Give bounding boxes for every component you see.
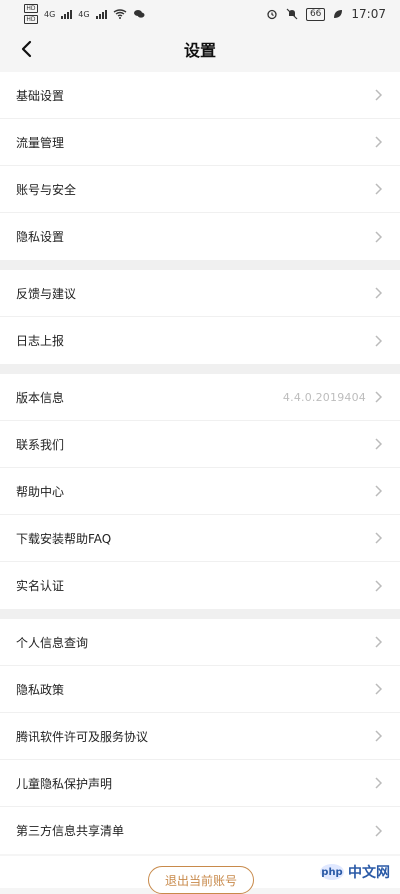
- settings-row-label: 联系我们: [16, 437, 65, 452]
- settings-list: 基础设置 流量管理 账号与安全 隐私设置 反馈与建议 日志上报 版本信息 4.4…: [0, 72, 400, 854]
- back-arrow-icon: [21, 40, 32, 58]
- chevron-right-icon: [375, 777, 383, 789]
- chevron-right-icon: [375, 730, 383, 742]
- settings-row-privacy-policy[interactable]: 隐私政策: [0, 666, 400, 713]
- logout-button[interactable]: 退出当前账号: [148, 866, 254, 894]
- network1-label: 4G: [44, 9, 56, 19]
- settings-row-traffic[interactable]: 流量管理: [0, 119, 400, 166]
- settings-row-label: 儿童隐私保护声明: [16, 776, 113, 791]
- signal-icon: [95, 9, 107, 19]
- chevron-right-icon: [375, 183, 383, 195]
- chevron-right-icon: [375, 391, 383, 403]
- settings-row-children-privacy[interactable]: 儿童隐私保护声明: [0, 760, 400, 807]
- sim2-badge: HD: [24, 15, 38, 24]
- watermark-text: 中文网: [348, 865, 390, 881]
- settings-row-log-report[interactable]: 日志上报: [0, 317, 400, 364]
- chevron-right-icon: [375, 579, 383, 592]
- chevron-right-icon: [375, 683, 383, 695]
- sim1-badge: HD: [24, 4, 38, 13]
- chevron-right-icon: [375, 824, 383, 837]
- settings-row-label: 版本信息: [16, 390, 65, 405]
- alarm-icon: [267, 9, 277, 20]
- settings-row-label: 腾讯软件许可及服务协议: [16, 729, 149, 744]
- settings-row-feedback[interactable]: 反馈与建议: [0, 270, 400, 317]
- settings-row-label: 隐私设置: [16, 230, 65, 244]
- chevron-right-icon: [375, 230, 383, 243]
- watermark: php 中文网: [320, 862, 390, 882]
- page-title: 设置: [183, 41, 216, 60]
- settings-row-label: 流量管理: [16, 135, 65, 150]
- settings-row-label: 帮助中心: [16, 484, 65, 499]
- settings-group-info: 版本信息 4.4.0.2019404 联系我们 帮助中心 下载安装帮助FAQ 实…: [0, 374, 400, 609]
- navigation-bar: 设置: [0, 28, 400, 70]
- group-divider: [0, 260, 400, 270]
- sim-indicators: HD HD: [24, 4, 38, 24]
- settings-row-label: 反馈与建议: [16, 286, 77, 301]
- logout-area: 退出当前账号 php 中文网: [0, 856, 400, 894]
- leaf-icon: [334, 10, 343, 18]
- settings-row-label: 隐私政策: [16, 682, 65, 697]
- settings-row-label: 下载安装帮助FAQ: [16, 531, 112, 546]
- settings-row-label: 实名认证: [16, 579, 65, 593]
- chevron-right-icon: [375, 334, 383, 347]
- settings-row-label: 账号与安全: [16, 182, 77, 197]
- settings-row-basic[interactable]: 基础设置: [0, 72, 400, 119]
- status-right: 66 17:07: [266, 7, 400, 21]
- settings-row-license[interactable]: 腾讯软件许可及服务协议: [0, 713, 400, 760]
- mute-icon: [286, 8, 298, 20]
- version-number: 4.4.0.2019404: [282, 390, 366, 404]
- chevron-right-icon: [375, 438, 383, 450]
- settings-row-label: 第三方信息共享清单: [16, 824, 125, 838]
- settings-group-basic: 基础设置 流量管理 账号与安全 隐私设置: [0, 72, 400, 260]
- watermark-badge: php: [320, 864, 344, 880]
- battery-indicator: 66: [305, 7, 326, 21]
- chevron-right-icon: [375, 636, 383, 648]
- settings-row-label: 日志上报: [16, 334, 65, 348]
- chevron-right-icon: [375, 287, 383, 299]
- settings-row-personal-info[interactable]: 个人信息查询: [0, 619, 400, 666]
- group-divider: [0, 364, 400, 374]
- wifi-icon: [113, 9, 126, 19]
- back-button[interactable]: [14, 37, 38, 61]
- settings-row-download-faq[interactable]: 下载安装帮助FAQ: [0, 515, 400, 562]
- chevron-right-icon: [375, 136, 383, 148]
- settings-row-privacy[interactable]: 隐私设置: [0, 213, 400, 260]
- status-bar: HD HD 4G 4G 66 17:07: [0, 0, 400, 28]
- settings-row-label: 基础设置: [16, 88, 65, 103]
- chevron-right-icon: [375, 532, 383, 544]
- settings-row-real-name[interactable]: 实名认证: [0, 562, 400, 609]
- settings-row-help-center[interactable]: 帮助中心: [0, 468, 400, 515]
- version-right: 4.4.0.2019404: [283, 391, 384, 404]
- chevron-right-icon: [375, 485, 383, 497]
- settings-row-account-security[interactable]: 账号与安全: [0, 166, 400, 213]
- group-divider: [0, 609, 400, 619]
- settings-row-label: 个人信息查询: [16, 635, 89, 650]
- settings-row-third-party-sharing[interactable]: 第三方信息共享清单: [0, 807, 400, 854]
- network2-label: 4G: [78, 9, 90, 19]
- status-left: HD HD 4G 4G: [0, 4, 145, 24]
- clock: 17:07: [351, 7, 386, 21]
- chevron-right-icon: [375, 89, 383, 101]
- wechat-icon: [133, 10, 145, 18]
- settings-row-version[interactable]: 版本信息 4.4.0.2019404: [0, 374, 400, 421]
- settings-row-contact[interactable]: 联系我们: [0, 421, 400, 468]
- settings-group-privacy-docs: 个人信息查询 隐私政策 腾讯软件许可及服务协议 儿童隐私保护声明 第三方信息共享…: [0, 619, 400, 854]
- signal-icon: [61, 9, 73, 19]
- settings-group-feedback: 反馈与建议 日志上报: [0, 270, 400, 364]
